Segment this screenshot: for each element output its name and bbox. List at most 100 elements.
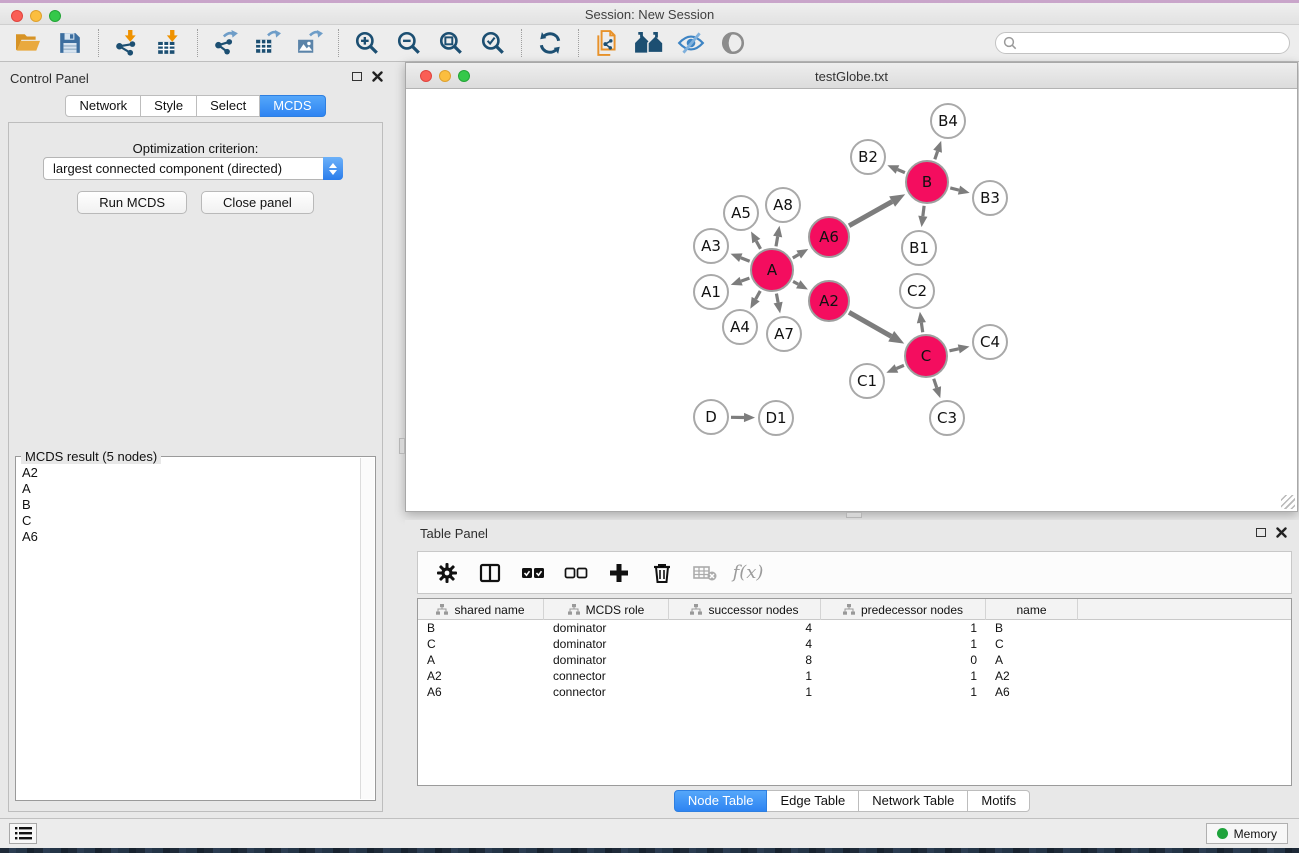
graph-edge-A-A4[interactable]: [750, 291, 760, 309]
task-history-button[interactable]: [9, 823, 37, 844]
graph-node-A[interactable]: A: [751, 249, 793, 291]
graph-node-B[interactable]: B: [906, 161, 948, 203]
delete-table-icon[interactable]: [692, 560, 718, 586]
float-table-panel-icon[interactable]: [1256, 528, 1266, 537]
graph-edge-A-A5[interactable]: [751, 231, 761, 248]
graph-node-C[interactable]: C: [905, 335, 947, 377]
tab-node-table[interactable]: Node Table: [674, 790, 768, 812]
graph-node-C2[interactable]: C2: [900, 274, 934, 308]
clone-network-icon[interactable]: [591, 28, 623, 58]
graph-node-B4[interactable]: B4: [931, 104, 965, 138]
graph-edge-D-D1[interactable]: [731, 413, 755, 422]
graph-edge-A2-C[interactable]: [849, 312, 904, 343]
graph-edge-B-B2[interactable]: [887, 165, 905, 174]
tab-network[interactable]: Network: [65, 95, 141, 117]
search-input[interactable]: [1022, 36, 1289, 50]
close-table-panel-icon[interactable]: [1276, 527, 1287, 538]
table-row[interactable]: Cdominator41C: [418, 636, 1291, 652]
graph-node-A6[interactable]: A6: [809, 217, 849, 257]
graph-edge-A-A1[interactable]: [731, 277, 750, 286]
graph-node-B1[interactable]: B1: [902, 231, 936, 265]
graph-node-D[interactable]: D: [694, 400, 728, 434]
import-network-icon[interactable]: [111, 28, 143, 58]
search-field[interactable]: [995, 32, 1290, 54]
graph-node-D1[interactable]: D1: [759, 401, 793, 435]
graph-edge-A-A3[interactable]: [731, 253, 750, 262]
graph-node-A8[interactable]: A8: [766, 188, 800, 222]
mcds-result-item[interactable]: B: [17, 497, 359, 513]
graph-edge-B-B1[interactable]: [918, 206, 927, 227]
run-mcds-button[interactable]: Run MCDS: [77, 191, 187, 214]
criterion-dropdown[interactable]: largest connected component (directed): [43, 157, 343, 180]
graph-node-B3[interactable]: B3: [973, 181, 1007, 215]
splitter-grip-bottom[interactable]: [846, 512, 862, 518]
column-header-successor-nodes[interactable]: successor nodes: [669, 599, 821, 620]
network-canvas[interactable]: AA1A2A3A4A5A6A7A8BB1B2B3B4CC1C2C3C4DD1: [406, 89, 1297, 511]
graph-edge-A-A6[interactable]: [793, 249, 808, 258]
graph-node-A4[interactable]: A4: [723, 310, 757, 344]
export-image-icon[interactable]: [294, 28, 326, 58]
column-header-predecessor-nodes[interactable]: predecessor nodes: [821, 599, 986, 620]
graph-edge-C-C1[interactable]: [886, 364, 904, 373]
graph-node-A5[interactable]: A5: [724, 196, 758, 230]
close-panel-button[interactable]: Close panel: [201, 191, 314, 214]
column-header-shared-name[interactable]: shared name: [418, 599, 544, 620]
table-row[interactable]: Adominator80A: [418, 652, 1291, 668]
column-header-MCDS-role[interactable]: MCDS role: [544, 599, 669, 620]
memory-button[interactable]: Memory: [1206, 823, 1288, 844]
save-session-icon[interactable]: [54, 28, 86, 58]
mcds-result-item[interactable]: C: [17, 513, 359, 529]
settings-gear-icon[interactable]: [434, 560, 460, 586]
show-eye-icon[interactable]: [717, 28, 749, 58]
result-scrollbar[interactable]: [360, 458, 374, 799]
mcds-result-item[interactable]: A6: [17, 529, 359, 545]
graph-edge-A6-B[interactable]: [849, 194, 905, 226]
mcds-result-item[interactable]: A: [17, 481, 359, 497]
graph-edge-C-C2[interactable]: [917, 312, 926, 332]
table-row[interactable]: A2connector11A2: [418, 668, 1291, 684]
graph-node-C3[interactable]: C3: [930, 401, 964, 435]
export-table-icon[interactable]: [252, 28, 284, 58]
function-builder-icon[interactable]: f(x): [735, 560, 761, 586]
graph-edge-A-A7[interactable]: [774, 294, 783, 314]
export-network-icon[interactable]: [210, 28, 242, 58]
table-row[interactable]: Bdominator41B: [418, 620, 1291, 636]
select-all-icon[interactable]: [520, 560, 546, 586]
graph-edge-A-A8[interactable]: [773, 226, 782, 247]
tab-motifs[interactable]: Motifs: [968, 790, 1030, 812]
graph-node-A2[interactable]: A2: [809, 281, 849, 321]
zoom-in-icon[interactable]: [351, 28, 383, 58]
graph-edge-A-A2[interactable]: [793, 280, 808, 289]
graph-node-A3[interactable]: A3: [694, 229, 728, 263]
window-resize-grip[interactable]: [1281, 495, 1295, 509]
tab-select[interactable]: Select: [197, 95, 260, 117]
neighbors-icon[interactable]: [633, 28, 665, 58]
column-view-icon[interactable]: [477, 560, 503, 586]
open-session-icon[interactable]: [12, 28, 44, 58]
deselect-all-icon[interactable]: [563, 560, 589, 586]
import-table-icon[interactable]: [153, 28, 185, 58]
table-row[interactable]: A6connector11A6: [418, 684, 1291, 700]
graph-edge-C-C3[interactable]: [932, 379, 941, 398]
graph-edge-B-B4[interactable]: [933, 141, 942, 159]
zoom-fit-icon[interactable]: [435, 28, 467, 58]
tab-edge-table[interactable]: Edge Table: [767, 790, 859, 812]
graph-node-C4[interactable]: C4: [973, 325, 1007, 359]
tab-style[interactable]: Style: [141, 95, 197, 117]
delete-column-icon[interactable]: [649, 560, 675, 586]
graph-edge-B-B3[interactable]: [950, 186, 969, 195]
zoom-out-icon[interactable]: [393, 28, 425, 58]
graph-node-A7[interactable]: A7: [767, 317, 801, 351]
graph-edge-C-C4[interactable]: [949, 344, 969, 353]
float-panel-icon[interactable]: [352, 72, 362, 81]
refresh-view-icon[interactable]: [534, 28, 566, 58]
column-header-name[interactable]: name: [986, 599, 1078, 620]
network-window-titlebar[interactable]: testGlobe.txt: [406, 63, 1297, 89]
hide-selected-icon[interactable]: [675, 28, 707, 58]
close-panel-icon[interactable]: [372, 71, 383, 82]
tab-mcds[interactable]: MCDS: [260, 95, 325, 117]
graph-node-C1[interactable]: C1: [850, 364, 884, 398]
mcds-result-item[interactable]: A2: [17, 465, 359, 481]
graph-node-B2[interactable]: B2: [851, 140, 885, 174]
add-column-icon[interactable]: [606, 560, 632, 586]
